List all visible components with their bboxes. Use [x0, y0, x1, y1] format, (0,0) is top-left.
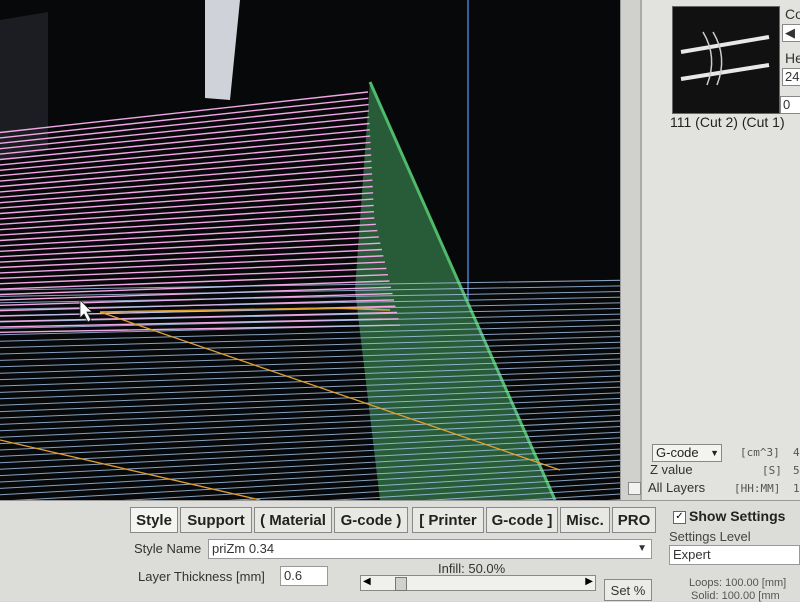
view-mode-select[interactable]: G-code ▼: [652, 444, 722, 462]
pink-slice-line: [0, 91, 369, 134]
seconds-value: 5: [793, 464, 800, 477]
toolpath-top: [99, 307, 391, 313]
z-value-label: Z value: [650, 462, 693, 477]
blue-slice-line: [0, 413, 640, 445]
set-percent-button[interactable]: Set %: [604, 579, 652, 601]
layer-thickness-field[interactable]: 0.6: [280, 566, 328, 586]
tab-material[interactable]: ( Material: [254, 507, 332, 533]
show-settings-label: Show Settings: [689, 508, 786, 524]
settings-level-label: Settings Level: [669, 529, 751, 544]
he-field[interactable]: 24: [782, 68, 800, 86]
blue-slice-line: [0, 357, 640, 381]
3d-viewport[interactable]: [0, 0, 640, 500]
blue-slice-line: [0, 425, 640, 457]
pink-slice-line: [0, 179, 373, 209]
loops-label: Loops: 100.00 [mm]: [689, 577, 787, 589]
infill-slider[interactable]: ◀ ▶: [360, 575, 596, 591]
show-settings-checkbox[interactable]: ✓: [673, 511, 686, 524]
settings-area: Style Support ( Material G-code ) [ Prin…: [0, 500, 800, 602]
vertical-scrollbar[interactable]: [620, 0, 641, 500]
label-he: He: [785, 50, 800, 66]
layer-thumbnail[interactable]: [672, 6, 780, 114]
zero-field[interactable]: 0: [780, 96, 800, 114]
blue-slice-line: [0, 346, 640, 368]
pink-slice-line: [0, 198, 374, 225]
pink-slice-line: [0, 97, 369, 139]
infill-slider-thumb[interactable]: [394, 577, 407, 591]
time-unit: [HH:MM]: [734, 482, 781, 495]
pink-slice-line: [0, 223, 376, 247]
blue-slice-line: [0, 408, 640, 438]
slice-scene[interactable]: [0, 0, 640, 500]
view-mode-value: G-code: [656, 445, 699, 460]
background-light: [205, 0, 240, 100]
style-name-value: priZm 0.34: [212, 541, 275, 556]
tab-printer[interactable]: [ Printer: [412, 507, 484, 533]
solid-label: Solid: 100.00 [mm: [691, 590, 780, 602]
volume-value: 4: [793, 446, 800, 459]
tab-printer-gcode[interactable]: G-code ]: [486, 507, 558, 533]
tab-pro[interactable]: PRO: [612, 507, 656, 533]
time-value: 1: [793, 482, 800, 495]
blue-slice-line: [0, 391, 640, 419]
blue-slice-line: [0, 363, 640, 387]
pink-slice-line: [0, 217, 375, 242]
chevron-down-icon: ▼: [637, 543, 647, 554]
thumb-stripe-1: [680, 35, 770, 54]
pink-slice-line: [0, 173, 373, 204]
blue-slice-line: [0, 352, 640, 374]
style-name-select[interactable]: priZm 0.34 ▼: [208, 539, 652, 559]
seconds-unit: [S]: [762, 464, 782, 477]
settings-options: ✓ Show Settings Settings Level Expert Lo…: [665, 501, 800, 602]
thumb-stripe-2: [680, 63, 770, 81]
chevron-down-icon: ▼: [710, 448, 719, 458]
blue-slice-line: [0, 369, 640, 393]
settings-level-select[interactable]: Expert: [669, 545, 800, 565]
volume-unit: [cm^3]: [740, 446, 780, 459]
all-layers-checkbox[interactable]: [628, 482, 641, 495]
infill-label: Infill: 50.0%: [438, 561, 506, 576]
pink-slice-line: [0, 280, 390, 296]
style-name-label: Style Name: [134, 541, 202, 556]
pink-slice-line: [0, 110, 370, 150]
tab-material-gcode[interactable]: G-code ): [334, 507, 408, 533]
co-spinner[interactable]: ◀: [782, 24, 800, 42]
pink-slice-line: [0, 103, 369, 144]
all-layers-label: All Layers: [648, 480, 706, 495]
layer-thickness-label: Layer Thickness [mm]: [138, 569, 265, 584]
blue-slice-line: [0, 419, 640, 451]
label-co: Co: [785, 6, 800, 22]
tab-support[interactable]: Support: [180, 507, 252, 533]
layer-name-label: 111 (Cut 2) (Cut 1): [670, 114, 785, 130]
side-panel: Co ◀ He 24 0 111 (Cut 2) (Cut 1) G-code …: [628, 0, 800, 500]
pink-slice-line: [0, 236, 379, 258]
slider-right-arrow-icon[interactable]: ▶: [585, 576, 593, 587]
tab-style[interactable]: Style: [130, 507, 178, 533]
pink-slice-line: [0, 229, 378, 252]
tab-misc[interactable]: Misc.: [560, 507, 610, 533]
slider-left-arrow-icon[interactable]: ◀: [363, 576, 371, 587]
thumb-curve-2: [712, 31, 723, 86]
